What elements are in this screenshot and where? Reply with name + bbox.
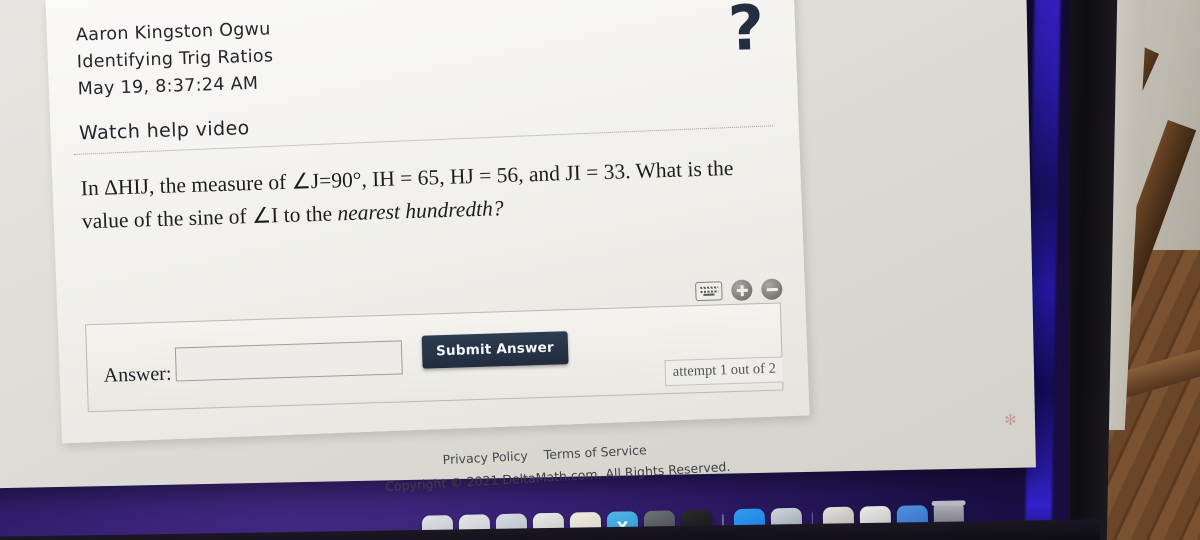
answer-label: Answer: — [103, 362, 172, 387]
attempt-counter: attempt 1 out of 2 — [664, 356, 784, 387]
browser-page: ✻ Aaron Kingston Ogwu Identifying Trig R… — [0, 0, 1036, 494]
assignment-timestamp: May 19, 8:37:24 AM — [77, 73, 259, 100]
plus-circle-icon[interactable] — [731, 279, 753, 302]
answer-input[interactable] — [174, 340, 403, 382]
screen-desktop: ✻ Aaron Kingston Ogwu Identifying Trig R… — [0, 0, 1070, 540]
question-line-2-emphasis: nearest hundredth? — [337, 196, 504, 226]
answer-panel: Answer: Submit Answer attempt 1 out of 2 — [85, 302, 784, 413]
question-line-2-prefix: value of the sine of ∠I to the — [81, 201, 338, 234]
privacy-policy-link[interactable]: Privacy Policy — [442, 448, 528, 467]
footer-links: Privacy Policy Terms of Service — [442, 442, 647, 467]
page-corner-mark: ✻ — [1004, 412, 1017, 429]
assignment-meta: Aaron Kingston Ogwu Identifying Trig Rat… — [76, 16, 275, 103]
photo-of-laptop-screen: ✻ Aaron Kingston Ogwu Identifying Trig R… — [0, 0, 1200, 540]
question-mark-icon[interactable]: ? — [727, 0, 765, 65]
footer-copyright: Copyright © 2021 DeltaMath.com. All Righ… — [384, 458, 731, 495]
keyboard-icon[interactable] — [695, 281, 723, 302]
problem-card: Aaron Kingston Ogwu Identifying Trig Rat… — [45, 0, 810, 444]
question-line-1: In ΔHIJ, the measure of ∠J=90°, IH = 65,… — [80, 155, 734, 201]
submit-answer-button[interactable]: Submit Answer — [421, 331, 569, 369]
minus-circle-icon[interactable] — [760, 278, 783, 301]
terms-of-service-link[interactable]: Terms of Service — [543, 442, 647, 462]
question-text: In ΔHIJ, the measure of ∠J=90°, IH = 65,… — [80, 151, 772, 239]
watch-help-video-link[interactable]: Watch help video — [79, 117, 250, 144]
answer-toolbar — [695, 278, 783, 302]
